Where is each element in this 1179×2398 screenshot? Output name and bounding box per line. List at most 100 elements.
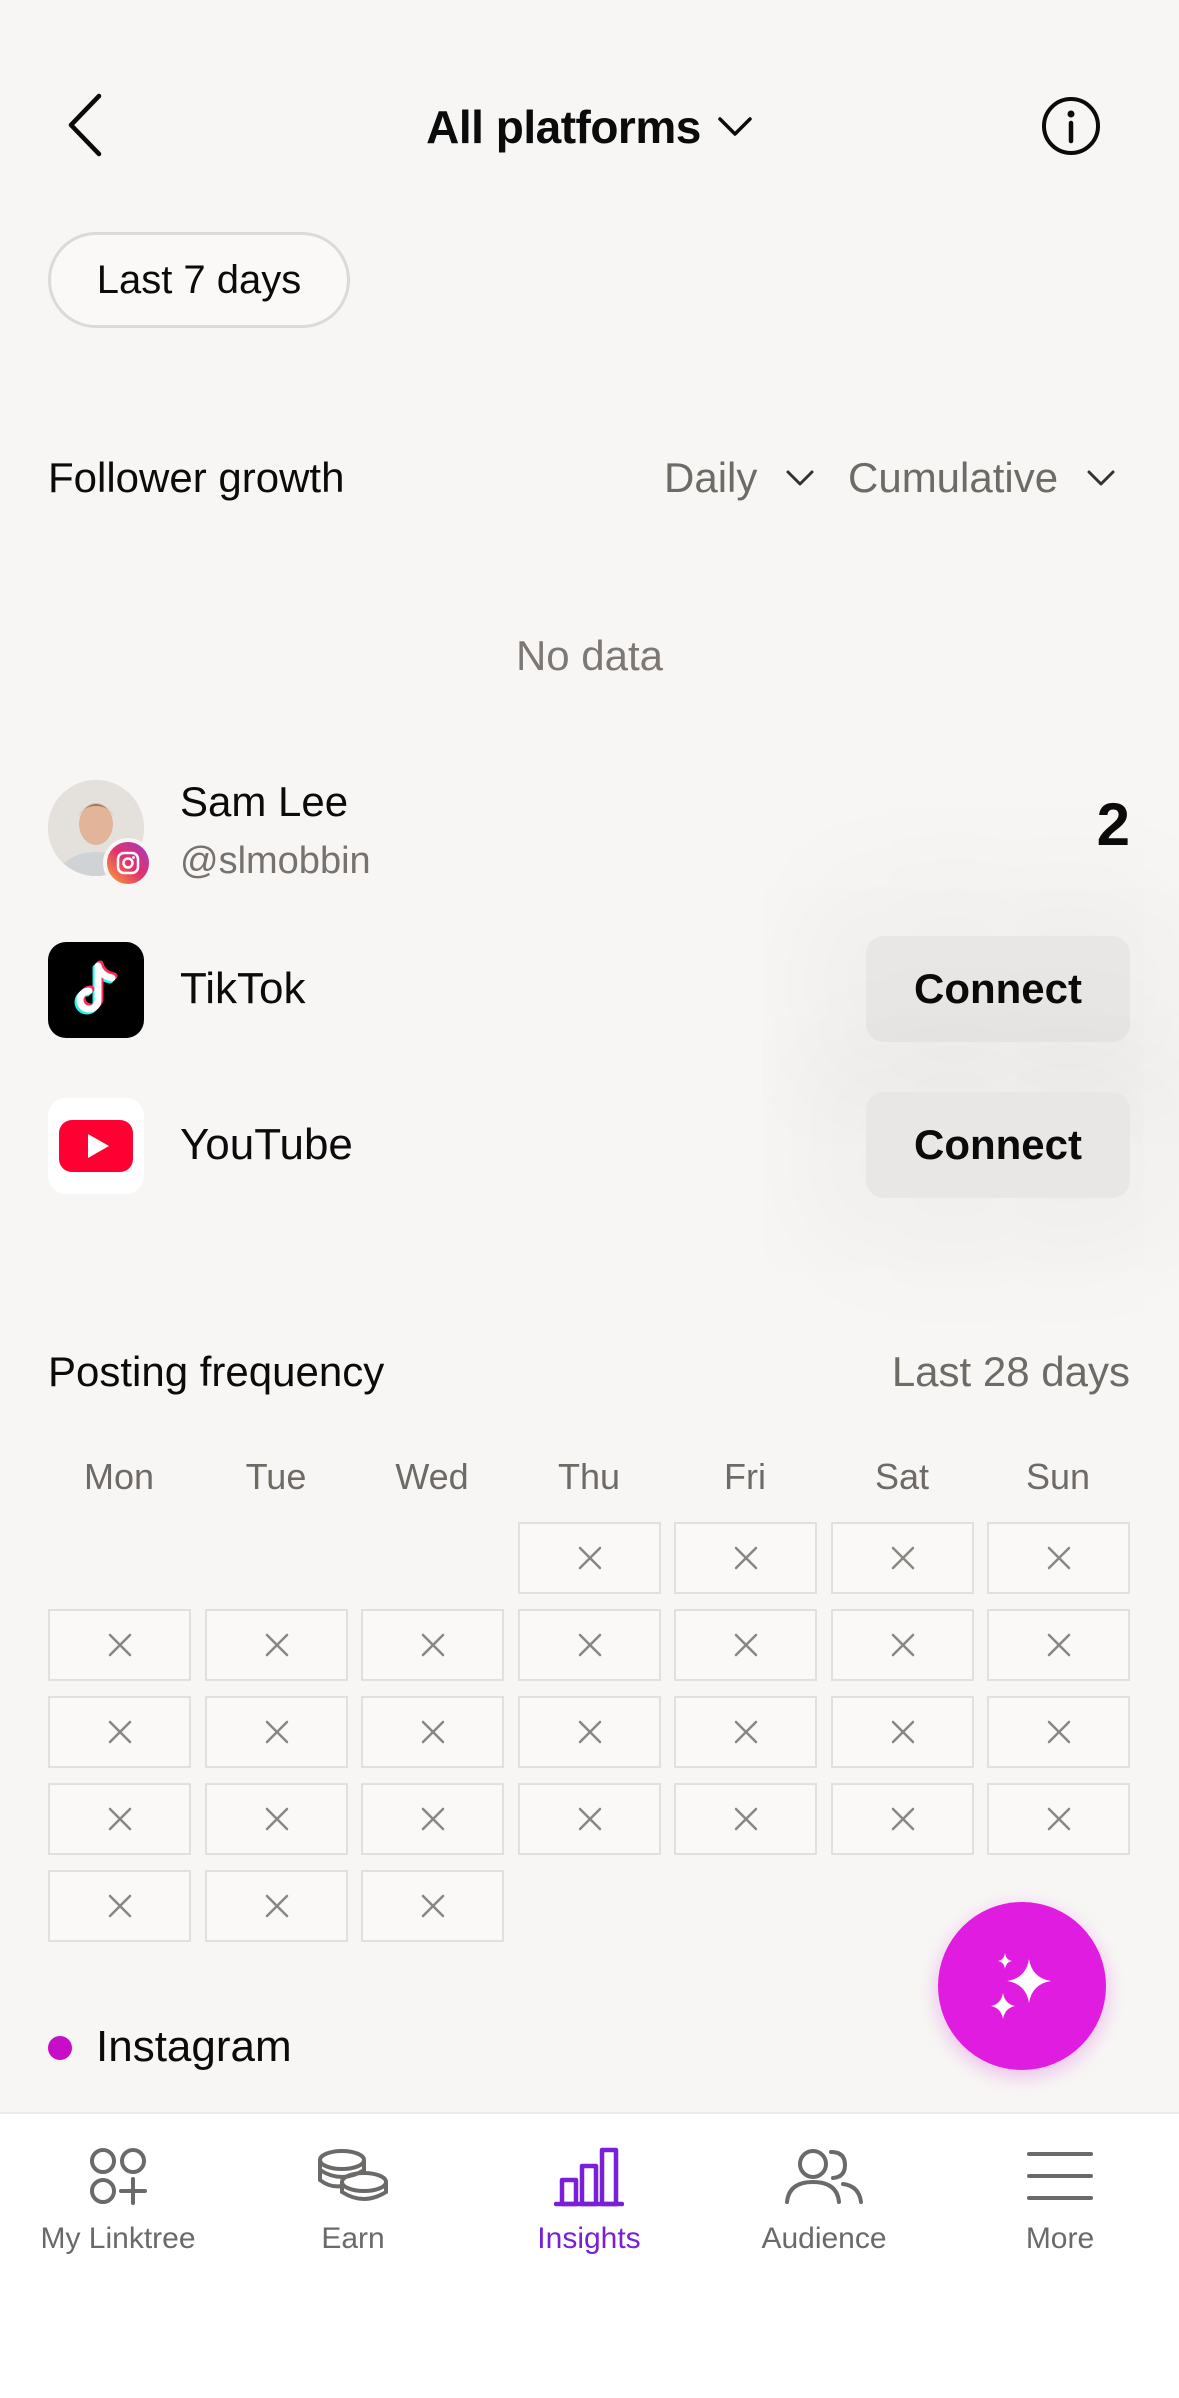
no-post-icon	[265, 1894, 288, 1918]
frequency-cell	[361, 1870, 504, 1942]
frequency-cell	[831, 1783, 974, 1855]
info-button[interactable]	[1040, 95, 1102, 157]
ai-assistant-button[interactable]	[938, 1902, 1106, 2070]
no-post-icon	[578, 1720, 601, 1744]
frequency-cell	[987, 1609, 1130, 1681]
no-post-icon	[578, 1546, 601, 1570]
connect-label: Connect	[914, 1121, 1082, 1168]
no-post-icon	[1047, 1546, 1070, 1570]
frequency-cell	[674, 1696, 817, 1768]
no-post-icon	[265, 1807, 288, 1831]
connect-youtube-button[interactable]: Connect	[866, 1092, 1130, 1198]
frequency-cell	[48, 1783, 191, 1855]
weekday-label: Wed	[395, 1456, 469, 1497]
frequency-cell	[361, 1696, 504, 1768]
interval-dropdown[interactable]: Daily	[664, 454, 815, 502]
bottom-navigation: My Linktree Earn Insights Audience More	[0, 2112, 1179, 2398]
no-post-icon	[421, 1807, 444, 1831]
frequency-cell	[987, 1783, 1130, 1855]
frequency-cell	[48, 1609, 191, 1681]
weekday-label: Fri	[724, 1456, 766, 1497]
mode-dropdown[interactable]: Cumulative	[848, 454, 1116, 502]
info-icon	[1042, 97, 1100, 155]
frequency-cell	[831, 1696, 974, 1768]
page-title: All platforms	[426, 101, 701, 153]
follower-growth-title: Follower growth	[48, 454, 345, 501]
frequency-cell	[205, 1609, 348, 1681]
no-post-icon	[891, 1633, 914, 1657]
no-post-icon	[265, 1720, 288, 1744]
weekday-label: Thu	[557, 1456, 621, 1497]
frequency-cell	[518, 1696, 661, 1768]
nav-label: More	[1025, 2222, 1095, 2255]
legend-label-instagram: Instagram	[96, 2022, 292, 2071]
nav-more[interactable]: More	[942, 2144, 1178, 2256]
frequency-cell	[205, 1696, 348, 1768]
frequency-cell	[205, 1783, 348, 1855]
youtube-icon	[48, 1098, 144, 1194]
instagram-icon	[103, 838, 153, 888]
interval-label: Daily	[664, 454, 758, 501]
chevron-down-icon	[718, 117, 752, 136]
posting-frequency-title: Posting frequency	[48, 1348, 385, 1395]
nav-label: My Linktree	[40, 2222, 196, 2255]
linktree-icon	[90, 2148, 147, 2205]
frequency-cell	[518, 1783, 661, 1855]
frequency-cell	[674, 1609, 817, 1681]
tiktok-icon	[48, 942, 144, 1038]
sparkles-icon	[991, 1953, 1051, 2019]
posting-range-label: Last 28 days	[891, 1348, 1130, 1395]
frequency-cell	[48, 1696, 191, 1768]
frequency-cell	[361, 1609, 504, 1681]
nav-my-linktree[interactable]: My Linktree	[0, 2144, 236, 2256]
no-post-icon	[265, 1633, 288, 1657]
nav-earn[interactable]: Earn	[235, 2144, 471, 2256]
no-post-icon	[108, 1633, 131, 1657]
frequency-cell	[518, 1522, 661, 1594]
no-post-icon	[1047, 1807, 1070, 1831]
no-post-icon	[421, 1894, 444, 1918]
weekday-label: Mon	[83, 1456, 155, 1497]
frequency-cell	[205, 1870, 348, 1942]
mode-label: Cumulative	[848, 454, 1059, 501]
no-post-icon	[578, 1807, 601, 1831]
account-handle: @slmobbin	[180, 840, 371, 882]
nav-label: Audience	[761, 2222, 887, 2255]
connect-label: Connect	[914, 965, 1082, 1012]
tiktok-label: TikTok	[180, 964, 306, 1013]
follower-count: 2	[1096, 791, 1130, 858]
empty-state-text: No data	[515, 632, 664, 679]
account-name: Sam Lee	[180, 778, 349, 825]
coins-icon	[318, 2149, 388, 2201]
connect-tiktok-button[interactable]: Connect	[866, 936, 1130, 1042]
frequency-cell	[518, 1609, 661, 1681]
no-post-icon	[734, 1546, 757, 1570]
frequency-cell	[48, 1870, 191, 1942]
no-post-icon	[578, 1633, 601, 1657]
no-post-icon	[108, 1720, 131, 1744]
nav-insights[interactable]: Insights	[471, 2144, 707, 2256]
legend-dot-instagram	[48, 2036, 72, 2060]
chevron-down-icon	[786, 470, 814, 486]
date-range-button[interactable]: Last 7 days	[48, 232, 350, 328]
no-post-icon	[421, 1720, 444, 1744]
no-post-icon	[1047, 1720, 1070, 1744]
no-post-icon	[108, 1894, 131, 1918]
nav-label: Earn	[321, 2222, 385, 2255]
nav-label: Insights	[537, 2222, 641, 2255]
youtube-label: YouTube	[180, 1120, 353, 1169]
platform-selector[interactable]: All platforms	[0, 92, 1179, 162]
frequency-cell	[674, 1783, 817, 1855]
weekday-label: Sun	[1025, 1456, 1091, 1497]
no-post-icon	[891, 1546, 914, 1570]
people-icon	[785, 2149, 863, 2204]
frequency-cell	[831, 1522, 974, 1594]
nav-audience[interactable]: Audience	[706, 2144, 942, 2256]
weekday-label: Tue	[245, 1456, 307, 1497]
no-post-icon	[891, 1720, 914, 1744]
no-post-icon	[891, 1807, 914, 1831]
no-post-icon	[421, 1633, 444, 1657]
date-range-label: Last 7 days	[96, 257, 302, 302]
frequency-cell	[987, 1522, 1130, 1594]
no-post-icon	[734, 1807, 757, 1831]
